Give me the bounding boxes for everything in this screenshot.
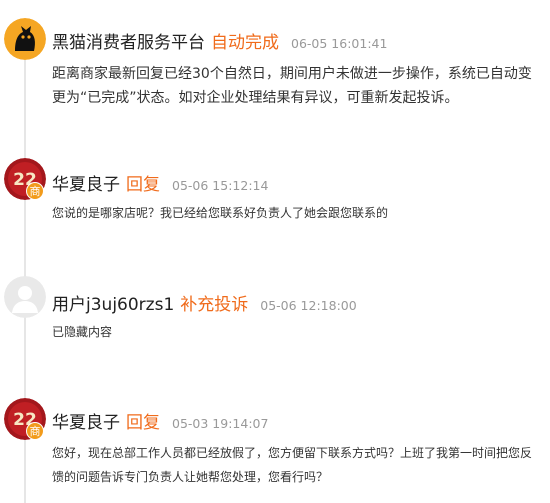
merchant-badge: 商 xyxy=(26,422,44,440)
default-user-avatar-icon xyxy=(4,276,46,318)
black-cat-logo-icon xyxy=(4,18,46,60)
entry-text: 您好，现在总部工作人员都已经放假了，您方便留下联系方式吗？上班了我第一时间把您反… xyxy=(52,446,533,484)
merchant-badge: 商 xyxy=(26,182,44,200)
entry-text: 距离商家最新回复已经30个自然日，期间用户未做进一步操作，系统已自动变更为“已完… xyxy=(52,66,532,106)
action-label: 自动完成 xyxy=(211,33,279,53)
timestamp: 05-03 19:14:07 xyxy=(172,416,269,431)
entry-header: 华夏良子 回复 05-06 15:12:14 xyxy=(52,170,268,195)
entry-header: 黑猫消费者服务平台 自动完成 06-05 16:01:41 xyxy=(52,28,387,53)
timestamp: 05-06 15:12:14 xyxy=(172,178,269,193)
avatar: 22 商 xyxy=(4,398,46,440)
author-name: 黑猫消费者服务平台 xyxy=(52,33,205,53)
author-name: 华夏良子 xyxy=(52,175,120,195)
action-label: 回复 xyxy=(126,175,160,195)
avatar: 22 商 xyxy=(4,158,46,200)
avatar xyxy=(4,18,46,60)
avatar xyxy=(4,276,46,318)
entry-text: 已隐藏内容 xyxy=(52,325,113,339)
timestamp: 06-05 16:01:41 xyxy=(291,36,388,51)
timestamp: 05-06 12:18:00 xyxy=(260,298,357,313)
action-label: 补充投诉 xyxy=(180,295,249,315)
entry-header: 用户j3uj60rzs1 补充投诉 05-06 12:18:00 xyxy=(52,290,357,315)
action-label: 回复 xyxy=(126,413,160,433)
author-name: 华夏良子 xyxy=(52,413,120,433)
entry-header: 华夏良子 回复 05-03 19:14:07 xyxy=(52,408,268,433)
author-name: 用户j3uj60rzs1 xyxy=(52,295,175,315)
entry-text: 您说的是哪家店呢？我已经给您联系好负责人了她会跟您联系的 xyxy=(52,206,389,220)
